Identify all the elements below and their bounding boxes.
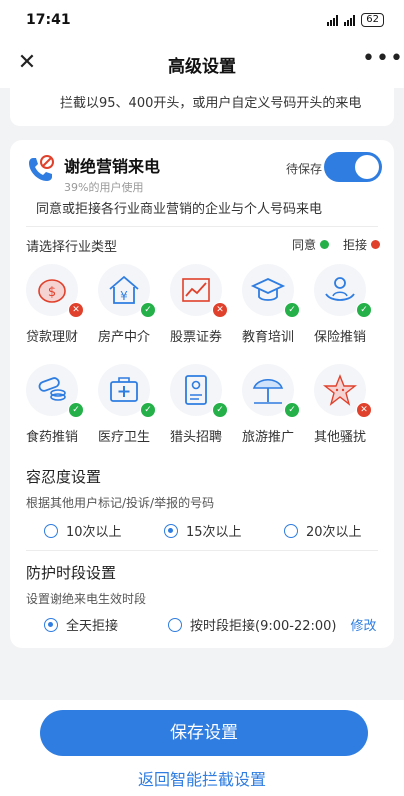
status-legend: 同意 拒接 [292,236,380,253]
industry-item-medical[interactable]: ✓ 医疗卫生 [86,364,158,460]
phone-block-icon [29,155,54,181]
agree-badge-icon: ✓ [212,402,228,418]
protect-desc: 设置谢绝来电生效时段 [26,592,147,606]
stock-chart-icon [182,278,210,302]
modify-link[interactable]: 修改 [351,615,377,634]
industry-item-education[interactable]: ✓ 教育培训 [230,264,302,360]
radio-icon [44,523,58,538]
resume-icon [185,375,207,405]
agree-dot-icon [319,240,329,249]
divider [26,226,378,227]
medical-kit-icon [110,377,138,402]
marketing-title: 谢绝营销来电 [64,157,161,176]
protect-title: 防护时段设置 [26,564,117,582]
battery-icon: 62 [361,13,384,27]
industry-title: 请选择行业类型 [26,240,118,255]
radio-selected-icon [44,617,58,632]
piggy-bank-icon: $ [38,279,66,303]
industry-label: 保险推销 [313,330,366,345]
industry-label: 房产中介 [97,330,150,345]
tolerance-desc: 根据其他用户标记/投诉/举报的号码 [26,496,215,510]
protect-option-allday[interactable]: 全天拒接 [44,615,118,634]
signal-icon [344,14,356,26]
radio-icon [168,617,182,632]
reject-badge-icon: ✕ [68,302,84,318]
signal-icon [327,14,339,26]
marketing-card: 谢绝营销来电 39%的用户使用 同意或拒接各行业商业营销的企业与个人号码来电 待… [10,140,394,648]
status-time: 17:41 [26,12,71,28]
radio-selected-icon [164,523,178,538]
tolerance-title: 容忍度设置 [26,468,102,486]
reject-badge-icon: ✕ [212,302,228,318]
industry-label: 旅游推广 [241,430,294,445]
status-icons: 62 [327,13,384,27]
star-face-icon [322,374,358,406]
nav-bar: ✕ 高级设置 ••• [0,40,404,88]
svg-text:$: $ [48,285,56,300]
reject-dot-icon [371,240,380,249]
industry-label: 贷款理财 [25,330,78,345]
radio-label: 10次以上 [66,525,122,540]
industry-label: 其他骚扰 [313,430,366,445]
agree-badge-icon: ✓ [284,302,300,318]
legend-agree-label: 同意 [291,238,316,252]
graduation-cap-icon [250,278,286,301]
tolerance-option-10[interactable]: 10次以上 [44,521,122,540]
house-yen-icon: ¥ [109,275,139,304]
industry-item-headhunt[interactable]: ✓ 猎头招聘 [158,364,230,460]
radio-label: 全天拒接 [66,619,119,634]
pending-label: 待保存 [286,162,323,176]
radio-label: 15次以上 [186,525,242,540]
industry-label: 教育培训 [241,330,294,345]
industry-item-insurance[interactable]: ✓ 保险推销 [302,264,374,360]
reject-badge-icon: ✕ [356,402,372,418]
industry-item-food-drug[interactable]: ✓ 食药推销 [14,364,86,460]
industry-label: 股票证券 [169,330,222,345]
more-icon[interactable]: ••• [362,48,403,78]
status-bar: 17:41 62 [0,0,404,40]
insurance-hands-icon [325,277,355,301]
protect-option-period[interactable]: 按时段拒接(9:00-22:00) 修改 [168,615,377,634]
agree-badge-icon: ✓ [356,302,372,318]
industry-item-other[interactable]: ✕ 其他骚扰 [302,364,374,460]
marketing-toggle[interactable] [324,152,382,182]
agree-badge-icon: ✓ [140,302,156,318]
industry-item-realestate[interactable]: ¥ ✓ 房产中介 [86,264,158,360]
industry-label: 食药推销 [25,430,78,445]
divider [26,550,378,551]
bottom-bar: 保存设置 返回智能拦截设置 [0,700,404,796]
legend-reject-label: 拒接 [342,238,367,252]
save-button[interactable]: 保存设置 [40,710,368,756]
industry-label: 猎头招聘 [169,430,222,445]
radio-icon [284,523,298,538]
industry-item-loan[interactable]: $ ✕ 贷款理财 [14,264,86,360]
number-prefix-desc: 拦截以95、400开头，或用户自定义号码开头的来电 [60,96,362,111]
svg-text:¥: ¥ [120,289,128,303]
pills-icon [38,377,66,401]
beach-umbrella-icon [252,378,284,404]
agree-badge-icon: ✓ [140,402,156,418]
industry-label: 医疗卫生 [97,430,150,445]
radio-label: 按时段拒接(9:00-22:00) [190,619,337,634]
back-link[interactable]: 返回智能拦截设置 [0,766,404,790]
number-prefix-card: 拦截以95、400开头，或用户自定义号码开头的来电 [10,88,394,126]
radio-label: 20次以上 [306,525,362,540]
industry-item-stock[interactable]: ✕ 股票证券 [158,264,230,360]
industry-item-travel[interactable]: ✓ 旅游推广 [230,364,302,460]
agree-badge-icon: ✓ [68,402,84,418]
marketing-desc: 同意或拒接各行业商业营销的企业与个人号码来电 [36,202,323,217]
tolerance-option-15[interactable]: 15次以上 [164,521,242,540]
agree-badge-icon: ✓ [284,402,300,418]
page-title: 高级设置 [168,57,236,77]
toggle-knob [355,155,379,179]
tolerance-option-20[interactable]: 20次以上 [284,521,362,540]
marketing-users: 39%的用户使用 [64,181,144,194]
